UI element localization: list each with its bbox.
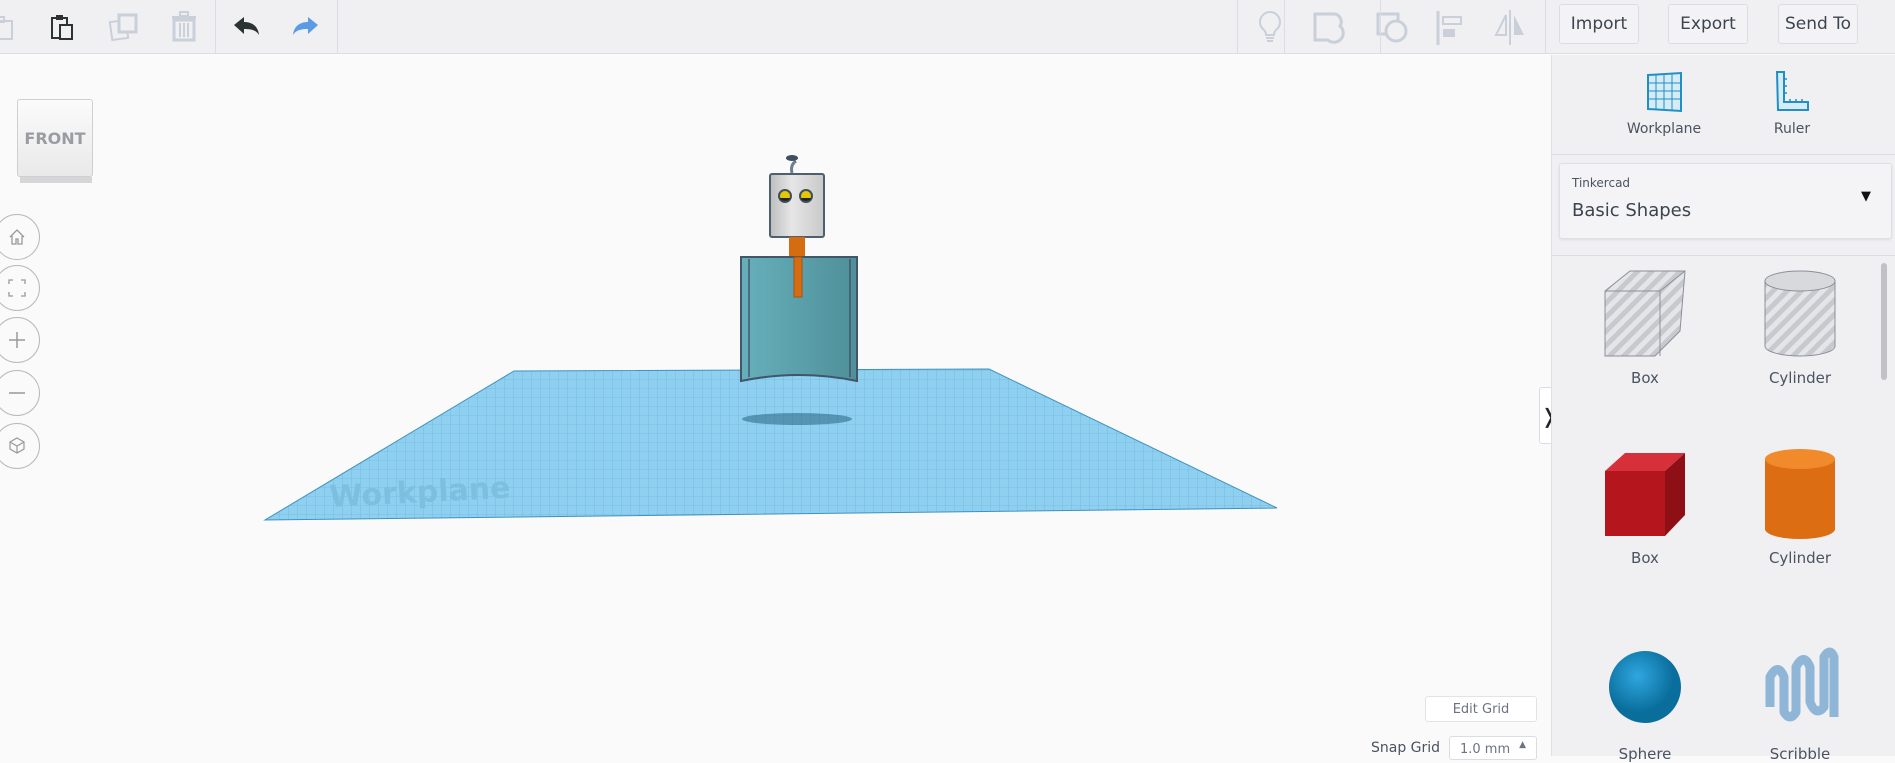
robot-model[interactable] [740, 155, 858, 383]
ruler-icon [1775, 71, 1809, 111]
import-button[interactable]: Import [1559, 4, 1639, 44]
workplane-icon [1647, 71, 1682, 113]
shape-box-hole[interactable]: Box [1570, 261, 1720, 387]
3d-viewport[interactable]: Workplane [0, 55, 1545, 756]
scribble-icon [1765, 647, 1839, 722]
send-to-button[interactable]: Send To [1778, 4, 1858, 44]
shadow [742, 413, 852, 425]
shape-box[interactable]: Box [1570, 441, 1720, 567]
duplicate-icon[interactable] [101, 4, 147, 50]
shape-label: Cylinder [1768, 549, 1832, 567]
shape-label: Box [1631, 549, 1659, 567]
cylinder-icon [1765, 449, 1835, 539]
shape-label: Sphere [1618, 745, 1672, 763]
lightbulb-icon[interactable] [1247, 4, 1293, 50]
workplane-label: Workplane [1626, 121, 1702, 137]
workplane-tool[interactable]: Workplane [1604, 69, 1724, 137]
workplane[interactable]: Workplane [263, 368, 1278, 521]
undo-icon[interactable] [224, 4, 270, 50]
library-name: Basic Shapes [1572, 200, 1692, 221]
shape-label: Box [1631, 369, 1659, 387]
shapes-panel: Workplane Ruler Tinkercad Basic Shapes ▼… [1551, 55, 1895, 763]
shape-label: Cylinder [1768, 369, 1832, 387]
shape-label: Scribble [1769, 745, 1831, 763]
panel-scrollbar[interactable] [1881, 263, 1887, 380]
export-button[interactable]: Export [1668, 4, 1748, 44]
shape-cylinder-hole[interactable]: Cylinder [1725, 261, 1875, 387]
paste-icon[interactable] [40, 4, 86, 50]
shape-cylinder[interactable]: Cylinder [1725, 441, 1875, 567]
snap-grid-value: 1.0 mm [1460, 742, 1511, 757]
box-icon [1605, 453, 1685, 536]
dropdown-caret-icon: ▼ [1861, 189, 1871, 204]
shape-library-select[interactable]: Tinkercad Basic Shapes ▼ [1559, 163, 1892, 239]
library-source: Tinkercad [1572, 176, 1631, 190]
box-hole-icon [1604, 270, 1686, 357]
redo-icon[interactable] [282, 4, 328, 50]
ruler-tool[interactable]: Ruler [1732, 69, 1852, 137]
shape-scribble[interactable]: Scribble [1725, 637, 1875, 763]
sphere-icon [1609, 651, 1681, 723]
caret-up-icon: ▲ [1519, 740, 1526, 750]
ungroup-icon[interactable] [1369, 4, 1415, 50]
snap-grid-select[interactable]: 1.0 mm ▲ [1449, 736, 1537, 760]
edit-grid-button[interactable]: Edit Grid [1425, 696, 1537, 722]
ruler-label: Ruler [1773, 121, 1811, 137]
copy-icon[interactable] [0, 4, 30, 50]
toolbar: Import Export Send To [0, 0, 1895, 54]
cylinder-hole-icon [1764, 270, 1836, 357]
mirror-icon[interactable] [1487, 4, 1533, 50]
delete-icon[interactable] [161, 4, 207, 50]
group-icon[interactable] [1306, 4, 1352, 50]
shape-sphere[interactable]: Sphere [1570, 637, 1720, 763]
align-icon[interactable] [1427, 4, 1473, 50]
snap-grid-label: Snap Grid [1371, 740, 1441, 756]
